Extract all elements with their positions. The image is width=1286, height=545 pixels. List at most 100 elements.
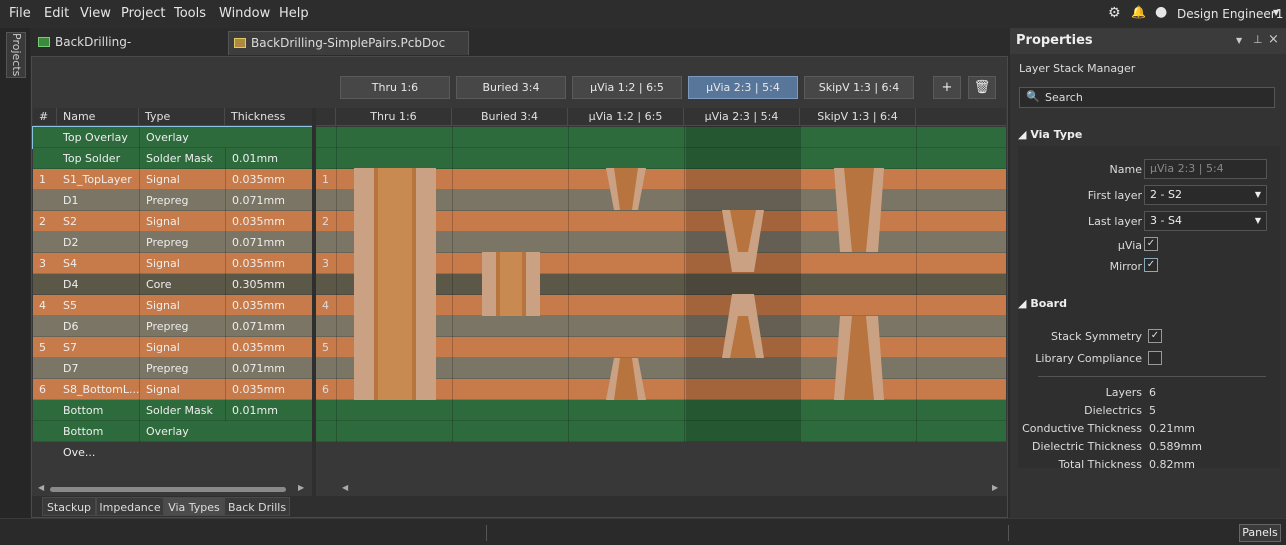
layer-thickness: 0.035mm [225,211,312,232]
last-layer-select[interactable]: 3 - S4 ▼ [1144,211,1267,231]
via-button-buried[interactable]: Buried 3:4 [456,76,566,99]
layer-row[interactable]: Top Solder Solder Mask 0.01mm [33,148,312,169]
via-button-uvia-12[interactable]: µVia 1:2 | 6:5 [572,76,682,99]
layer-row[interactable]: 4 S5 Signal 0.035mm [33,295,312,316]
tab-via-types[interactable]: Via Types [164,497,224,516]
right-scrollbar[interactable]: ◀ ▶ [340,483,1006,494]
mirror-label: Mirror [1109,260,1142,273]
library-compliance-checkbox[interactable] [1148,351,1162,365]
layer-row[interactable]: Bottom Sold...Solder Mask0.01mm [33,400,312,438]
layer-type: Prepreg [139,316,225,337]
layer-type: Signal [139,379,225,400]
layer-thickness: 0.071mm [225,232,312,253]
dielectric-thickness-label: Dielectric Thickness [1032,440,1142,453]
menu-window[interactable]: Window [219,6,270,21]
menu-file[interactable]: File [9,6,31,21]
via-button-skipv[interactable]: SkipV 1:3 | 6:4 [804,76,914,99]
layer-row[interactable]: 2 S2 Signal 0.035mm [33,211,312,232]
header-num[interactable]: # [33,108,57,126]
layer-name: D7 [63,362,79,375]
tab-pcbdoc[interactable]: BackDrilling-SimplePairs.PcbDoc [33,31,225,71]
scroll-left-icon[interactable]: ◀ [38,483,44,492]
uvia-checkbox[interactable]: ✓ [1144,237,1158,251]
panel-menu-icon[interactable]: ▼ [1236,36,1242,45]
scroll-right-icon[interactable]: ▶ [992,483,998,492]
stack-symmetry-checkbox[interactable]: ✓ [1148,329,1162,343]
add-icon[interactable]: + [933,76,961,99]
last-layer-label: Last layer [1087,215,1142,228]
layer-row[interactable]: D4 Core 0.305mm [33,274,312,295]
menu-view[interactable]: View [80,6,111,21]
layer-row[interactable]: D7 Prepreg 0.071mm [33,358,312,379]
collapse-icon: ◢ [1018,297,1027,310]
layer-name: Top Solder [63,152,121,165]
table-splitter[interactable] [312,108,316,496]
layer-type: Overlay [139,127,225,148]
scroll-left-icon[interactable]: ◀ [342,483,348,492]
tab-stackup[interactable]: BackDrilling-SimplePairs.PcbDoc [Stackup… [228,31,469,72]
left-scrollbar[interactable]: ◀ ▶ [36,483,310,494]
panels-button[interactable]: Panels [1239,524,1281,542]
layer-thickness: 0.305mm [225,274,312,295]
layer-num: 2 [39,215,46,228]
layer-row[interactable]: 6 S8_BottomL... Signal 0.035mm [33,379,312,400]
header-type[interactable]: Type [139,108,225,126]
layer-thickness: 0.071mm [225,190,312,211]
layer-name: S5 [63,299,77,312]
layer-row[interactable]: 3 S4 Signal 0.035mm [33,253,312,274]
pin-icon[interactable]: ⊥ [1253,33,1263,46]
header-name[interactable]: Name [57,108,139,126]
dielectrics-value: 5 [1149,404,1156,417]
layer-row[interactable]: 1 S1_TopLayer Signal 0.035mm [33,169,312,190]
chevron-down-icon[interactable]: ▼ [1273,8,1279,17]
layer-thickness: 0.01mm [225,148,312,169]
mirror-checkbox[interactable]: ✓ [1144,258,1158,272]
menu-help[interactable]: Help [279,6,309,21]
name-field[interactable]: µVia 2:3 | 5:4 [1144,159,1267,179]
scroll-thumb[interactable] [50,487,286,492]
layer-row[interactable]: D2 Prepreg 0.071mm [33,232,312,253]
close-icon[interactable]: × [1268,32,1279,47]
layer-num: 3 [39,257,46,270]
trash-icon[interactable]: 🗑 [968,76,996,99]
user-icon[interactable]: ● [1155,4,1167,20]
menu-tools[interactable]: Tools [174,6,206,21]
gear-icon[interactable]: ⚙ [1108,5,1121,21]
layer-type: Signal [139,253,225,274]
uvia-label: µVia [1117,239,1142,252]
layer-row[interactable]: D6 Prepreg 0.071mm [33,316,312,337]
scroll-right-icon[interactable]: ▶ [298,483,304,492]
search-input[interactable]: 🔍 Search [1019,87,1275,108]
chevron-down-icon: ▼ [1254,190,1261,199]
layer-row[interactable]: Top Overlay Overlay [32,126,313,149]
layer-type: Prepreg [139,232,225,253]
bell-icon[interactable]: 🔔 [1131,5,1146,19]
layer-name: S8_BottomL... [63,383,140,396]
projects-panel-tab[interactable]: Projects [6,32,26,78]
tab-impedance[interactable]: Impedance [96,497,164,516]
via-type-section-title: Via Type [1030,128,1083,141]
menu-edit[interactable]: Edit [44,6,69,21]
layer-name: S1_TopLayer [63,173,132,186]
tab-back-drills[interactable]: Back Drills [224,497,290,516]
header-thickness[interactable]: Thickness [225,108,312,126]
board-section[interactable]: ◢ Board [1018,297,1067,310]
user-name[interactable]: Design Engineer1 [1177,7,1283,21]
pcb-file-icon [38,37,50,47]
layer-type: Overlay [139,421,225,442]
buried-via [482,252,540,316]
via-button-thru[interactable]: Thru 1:6 [340,76,450,99]
first-layer-select[interactable]: 2 - S2 ▼ [1144,185,1267,205]
layer-thickness: 0.035mm [225,337,312,358]
layer-row[interactable]: 5 S7 Signal 0.035mm [33,337,312,358]
properties-header: Properties ▼ ⊥ × [1010,28,1286,54]
layer-row[interactable]: D1 Prepreg 0.071mm [33,190,312,211]
menu-project[interactable]: Project [121,6,165,21]
chevron-down-icon: ▼ [1254,216,1261,225]
layer-thickness: 0.071mm [225,358,312,379]
via-type-section[interactable]: ◢ Via Type [1018,128,1082,141]
left-panel-strip [0,28,30,518]
via-button-uvia-23[interactable]: µVia 2:3 | 5:4 [688,76,798,99]
layer-row[interactable]: Bottom Ove... Overlay [33,421,312,459]
tab-stackup-view[interactable]: Stackup [42,497,96,516]
